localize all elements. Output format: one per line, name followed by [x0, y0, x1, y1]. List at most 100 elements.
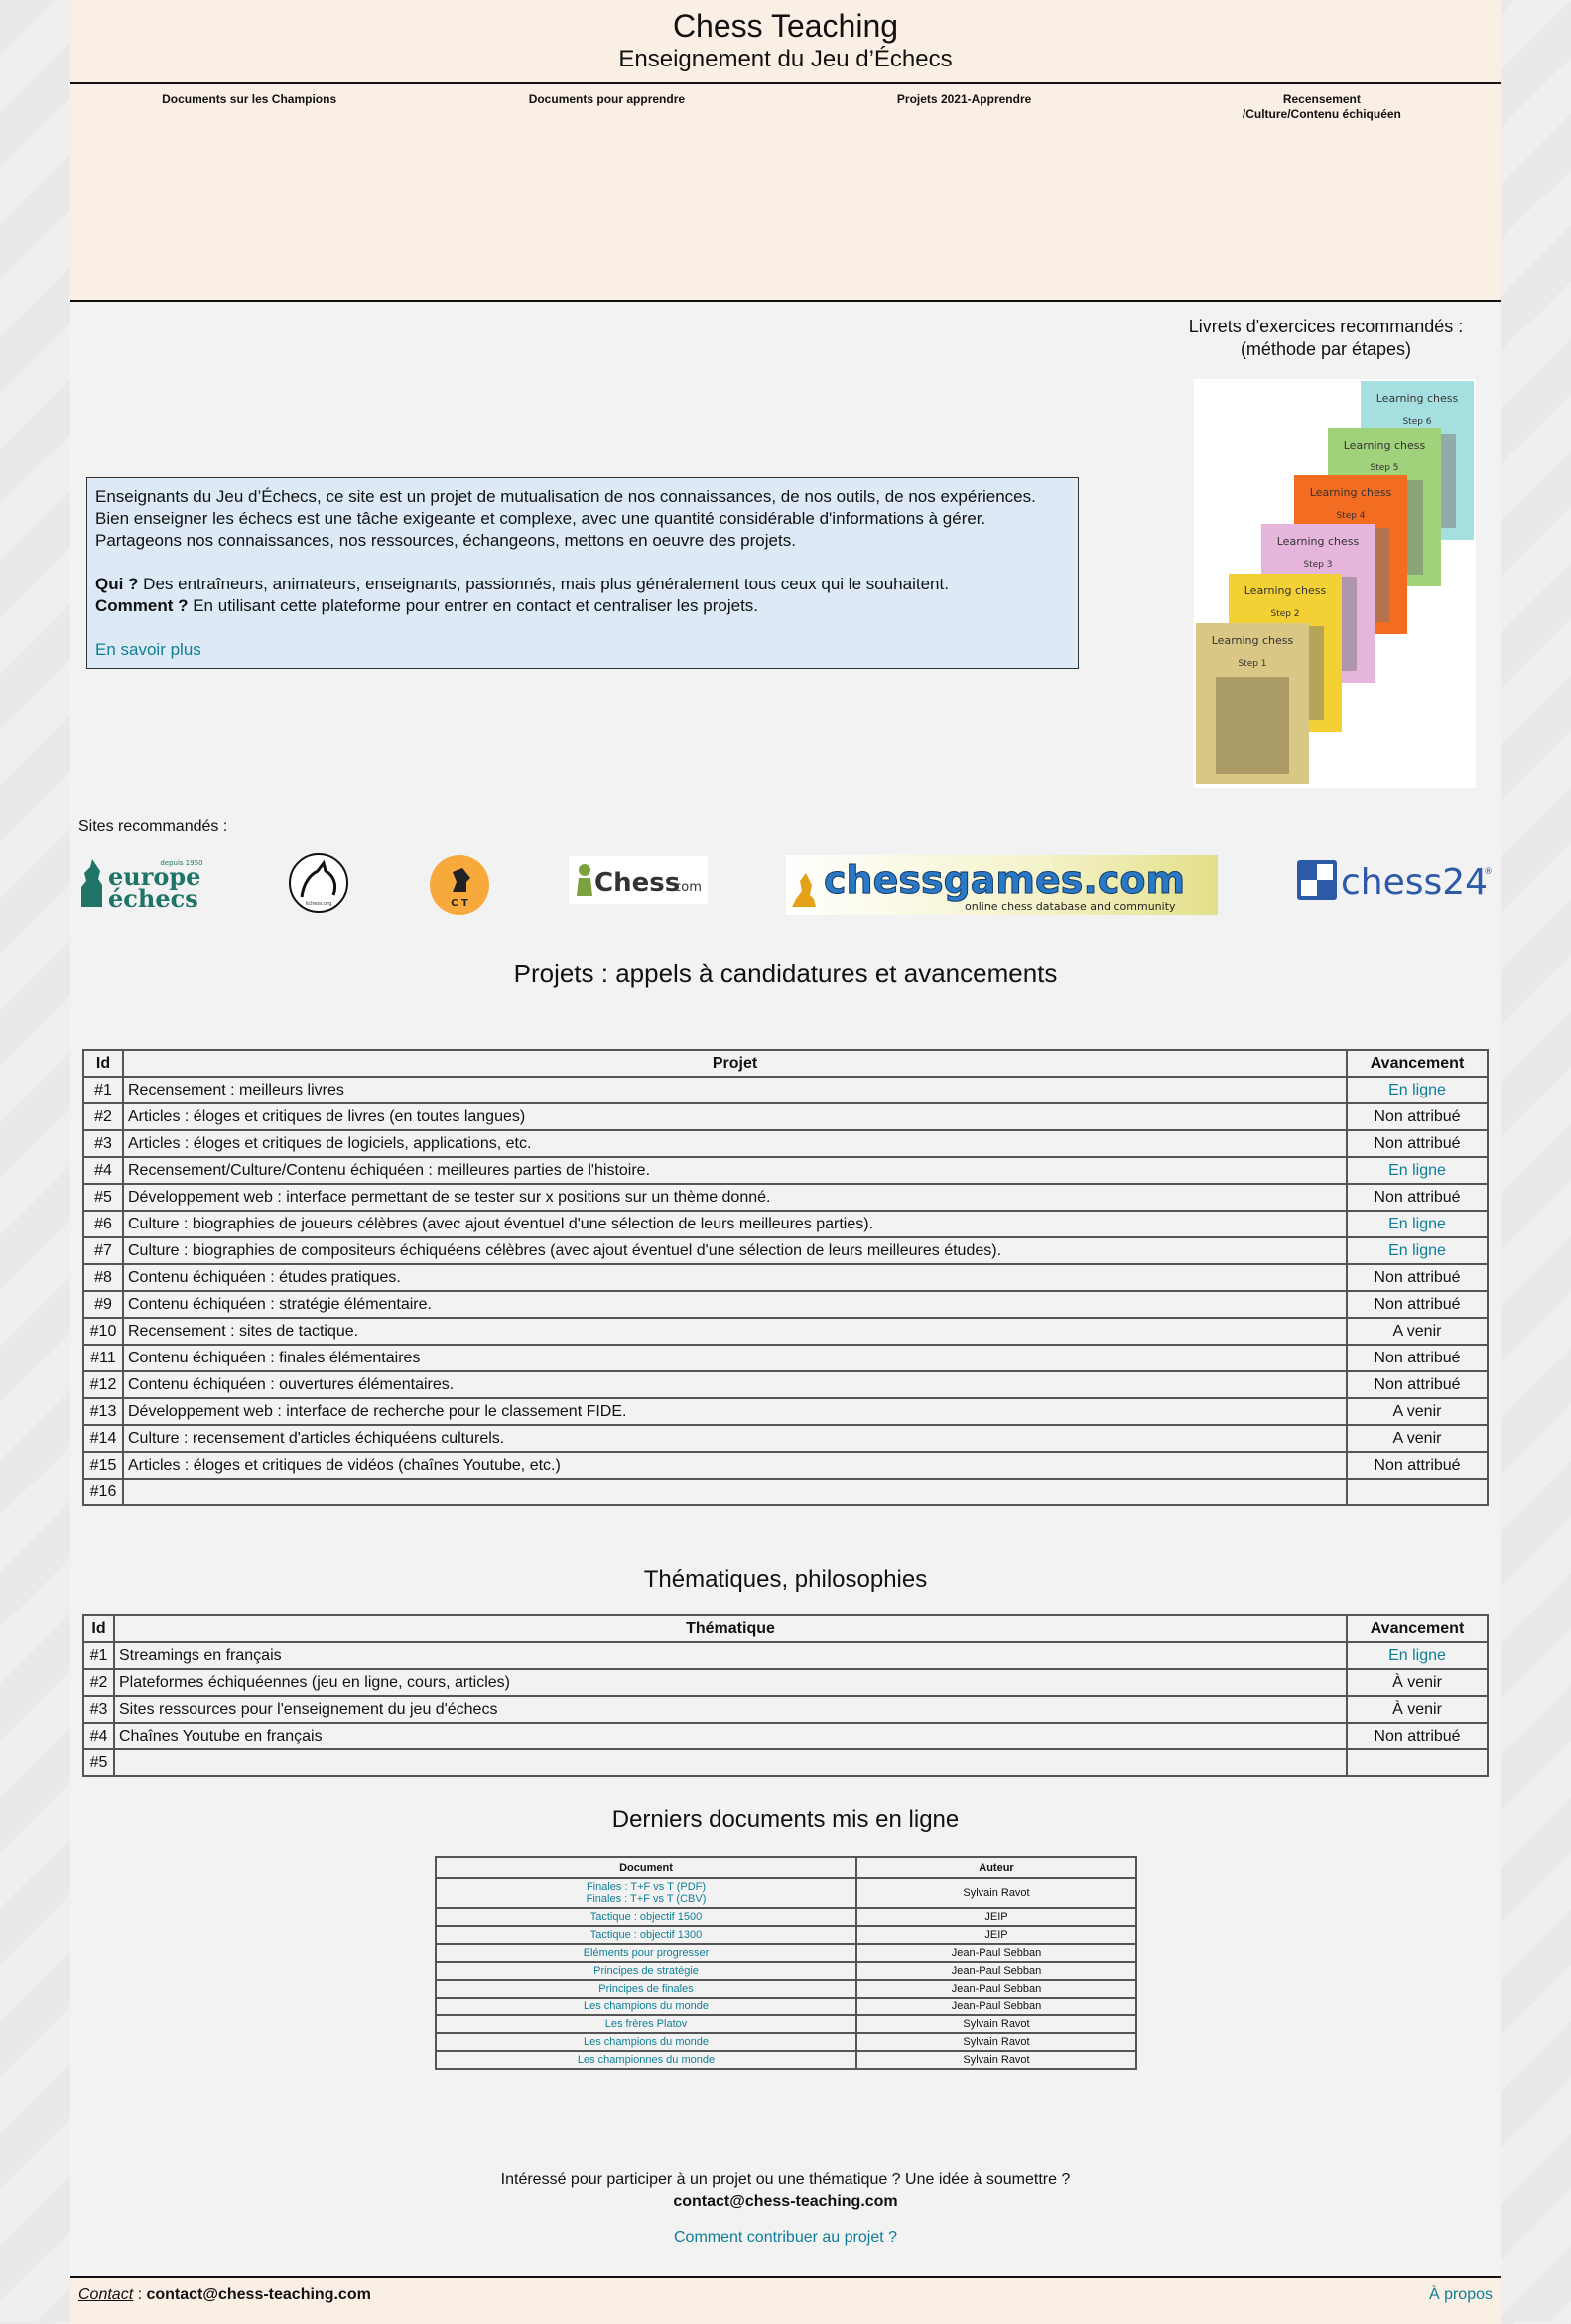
status-text: A venir: [1346, 1397, 1489, 1426]
projects-table: Id Projet Avancement #1 Recensement : mei…: [82, 1049, 1489, 1506]
documents-col-doc: Document: [435, 1856, 857, 1879]
status-link[interactable]: En ligne: [1346, 1210, 1489, 1238]
europe-echecs-word2: échecs: [108, 884, 198, 909]
contact-email[interactable]: contact@chess-teaching.com: [70, 2191, 1501, 2213]
intro-who-label: Qui ?: [95, 575, 139, 593]
table-row: Les championnes du monde Sylvain Ravot: [435, 2050, 1137, 2070]
books-title-line1: Livrets d'exercices recommandés :: [1188, 317, 1464, 336]
status-text: Non attribué: [1346, 1344, 1489, 1372]
row-id: #10: [82, 1317, 124, 1346]
status-text: Non attribué: [1346, 1290, 1489, 1319]
document-link[interactable]: Tactique : objectif 1300: [590, 1929, 703, 1941]
footer-email[interactable]: contact@chess-teaching.com: [146, 2286, 370, 2303]
row-name: Culture : recensement d'articles échiqué…: [122, 1424, 1348, 1453]
lichess-caption: lichess.org: [306, 901, 332, 907]
documents-body: Finales : T+F vs T (PDF) Finales : T+F vs…: [435, 1877, 1137, 2070]
chess-teaching-logo[interactable]: C T: [429, 854, 490, 916]
document-link[interactable]: Principes de stratégie: [593, 1965, 699, 1977]
table-row: #16: [82, 1478, 1489, 1506]
document-link[interactable]: Les championnes du monde: [578, 2054, 715, 2066]
table-row: #1 Streamings en français En ligne: [82, 1641, 1489, 1670]
status-link[interactable]: En ligne: [1346, 1236, 1489, 1265]
projects-body: #1 Recensement : meilleurs livres En ligne…: [82, 1076, 1489, 1506]
row-name: Culture : biographies de joueurs célèbre…: [122, 1210, 1348, 1238]
recommended-sites-label: Sites recommandés :: [78, 818, 228, 835]
documents-title: Derniers documents mis en ligne: [611, 1806, 960, 1833]
document-author: Sylvain Ravot: [855, 2032, 1137, 2052]
document-author: Jean-Paul Sebban: [855, 1961, 1137, 1981]
contribute-link[interactable]: Comment contribuer au projet ?: [674, 2229, 897, 2246]
table-row: Eléments pour progresser Jean-Paul Sebban: [435, 1943, 1137, 1963]
themes-col-id: Id: [82, 1614, 115, 1643]
row-name: Contenu échiquéen : ouvertures élémentai…: [122, 1370, 1348, 1399]
books-title-line2: (méthode par étapes): [1240, 339, 1412, 359]
document-link[interactable]: Finales : T+F vs T (PDF): [587, 1881, 706, 1893]
footer-contact: Contact : contact@chess-teaching.com: [78, 2286, 371, 2304]
document-link[interactable]: Principes de finales: [598, 1983, 693, 1995]
learn-more-link[interactable]: En savoir plus: [95, 640, 201, 659]
row-id: #8: [82, 1263, 124, 1292]
about-link[interactable]: À propos: [1429, 2286, 1493, 2304]
projects-col-status: Avancement: [1346, 1049, 1489, 1078]
table-row: #10 Recensement : sites de tactique. A ven…: [82, 1317, 1489, 1346]
table-row: Les champions du monde Sylvain Ravot: [435, 2032, 1137, 2052]
document-link[interactable]: Les champions du monde: [584, 2036, 709, 2048]
row-id: #12: [82, 1370, 124, 1399]
status-link[interactable]: En ligne: [1346, 1641, 1489, 1670]
row-name: Culture : biographies de compositeurs éc…: [122, 1236, 1348, 1265]
book-step-1: Learning chess Step 1: [1196, 623, 1309, 784]
chessgames-tagline: online chess database and community: [965, 900, 1176, 913]
footer-contact-label[interactable]: Contact: [78, 2286, 133, 2303]
document-cell: Les championnes du monde: [435, 2050, 857, 2070]
row-id: #1: [82, 1076, 124, 1104]
lichess-logo[interactable]: lichess.org: [288, 851, 349, 915]
intro-paragraph-3: Partageons nos connaissances, nos ressou…: [95, 531, 796, 550]
chess24-registered: ®: [1484, 867, 1493, 877]
table-row: #14 Culture : recensement d'articles échi…: [82, 1424, 1489, 1453]
status-text: [1346, 1748, 1489, 1777]
books-title: Livrets d'exercices recommandés : (métho…: [1182, 316, 1470, 361]
themes-col-name: Thématique: [113, 1614, 1348, 1643]
nav-item-projects-2021[interactable]: Projets 2021-Apprendre: [786, 92, 1143, 122]
chess24-logo[interactable]: chess24 ®: [1295, 856, 1494, 904]
chess24-word: chess24: [1341, 862, 1488, 903]
nav-item-learn[interactable]: Documents pour apprendre: [428, 92, 785, 122]
chesscom-logo[interactable]: Chess .com: [569, 856, 708, 904]
table-row: Principes de finales Jean-Paul Sebban: [435, 1979, 1137, 1999]
intro-how-text: En utilisant cette plateforme pour entre…: [188, 596, 759, 615]
table-row: #4 Recensement/Culture/Contenu échiquéen …: [82, 1156, 1489, 1185]
row-id: #3: [82, 1129, 124, 1158]
site-subtitle: Enseignement du Jeu d’Échecs: [618, 46, 953, 72]
nav-item-champions[interactable]: Documents sur les Champions: [70, 92, 428, 122]
row-name: Streamings en français: [113, 1641, 1348, 1670]
nav-item-census[interactable]: Recensement /Culture/Contenu échiquéen: [1143, 92, 1501, 122]
document-link[interactable]: Finales : T+F vs T (CBV): [587, 1893, 707, 1905]
chess-teaching-mark: C T: [430, 855, 489, 915]
document-link[interactable]: Les frères Platov: [605, 2018, 688, 2030]
table-row: #3 Sites ressources pour l'enseignement d…: [82, 1695, 1489, 1724]
row-name: Articles : éloges et critiques de livres…: [122, 1102, 1348, 1131]
themes-table: Id Thématique Avancement #1 Streamings en…: [82, 1614, 1489, 1777]
document-link[interactable]: Eléments pour progresser: [584, 1947, 710, 1959]
status-link[interactable]: En ligne: [1346, 1076, 1489, 1104]
document-author: Sylvain Ravot: [855, 2014, 1137, 2034]
status-text: À venir: [1346, 1695, 1489, 1724]
status-text: [1346, 1478, 1489, 1506]
chessgames-logo[interactable]: chessgames.com online chess database and…: [786, 855, 1218, 915]
header-divider: [70, 82, 1501, 84]
table-row: Finales : T+F vs T (PDF) Finales : T+F vs…: [435, 1877, 1137, 1909]
workbooks-image[interactable]: Learning chess Step 6 Learning chess Ste…: [1194, 379, 1476, 788]
status-text: Non attribué: [1346, 1370, 1489, 1399]
document-link[interactable]: Tactique : objectif 1500: [590, 1911, 703, 1923]
table-row: #11 Contenu échiquéen : finales élémentai…: [82, 1344, 1489, 1372]
intro-who-text: Des entraîneurs, animateurs, enseignants…: [138, 575, 949, 593]
document-author: Jean-Paul Sebban: [855, 1979, 1137, 1999]
europe-echecs-logo[interactable]: depuis 1950 europe échecs: [78, 857, 212, 913]
site-title: Chess Teaching: [672, 8, 899, 44]
row-name: [122, 1478, 1348, 1506]
row-id: #3: [82, 1695, 115, 1724]
contact-question: Intéressé pour participer à un projet ou…: [500, 2171, 1071, 2188]
projects-title: Projets : appels à candidatures et avanc…: [513, 959, 1058, 988]
status-link[interactable]: En ligne: [1346, 1156, 1489, 1185]
document-link[interactable]: Les champions du monde: [584, 2001, 709, 2012]
